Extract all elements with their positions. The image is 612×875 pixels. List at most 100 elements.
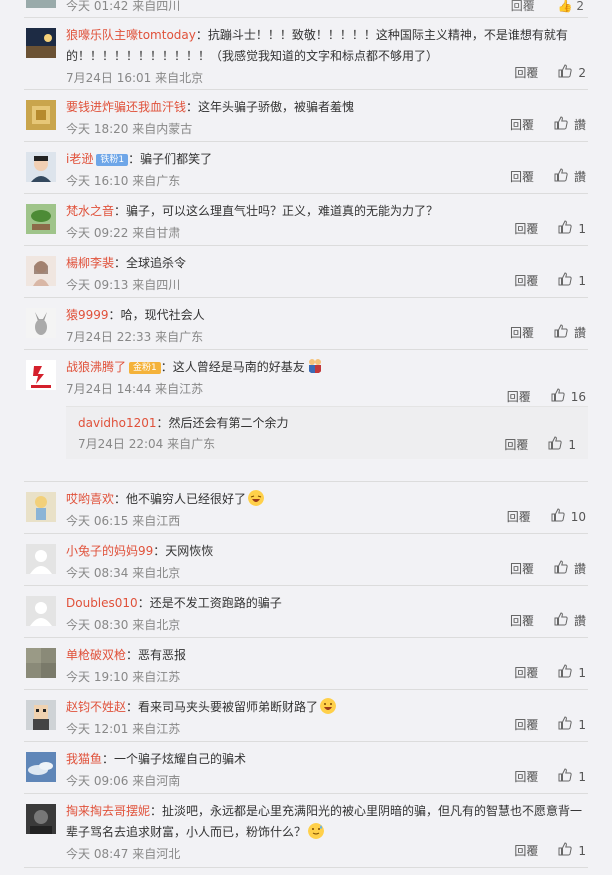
comment-item: 哎哟喜欢：他不骗穷人已经很好了 今天 06:15 来自江西 回覆 10: [24, 482, 588, 534]
like-button[interactable]: 1: [558, 272, 586, 289]
like-button[interactable]: 16: [551, 388, 586, 405]
laugh-emoji-icon: [246, 490, 265, 506]
reply-button[interactable]: 回覆: [514, 842, 538, 859]
avatar[interactable]: [26, 28, 56, 58]
reply-button[interactable]: 回覆: [504, 436, 528, 453]
comment-text: 然后还会有第二个余力: [168, 416, 289, 430]
like-button[interactable]: 讚: [554, 324, 586, 341]
reply-button[interactable]: 回覆: [507, 388, 531, 405]
separator: ：: [108, 308, 121, 322]
comment-actions: 回覆 16: [507, 388, 586, 405]
reply-button[interactable]: 回覆: [514, 272, 538, 289]
previous-comment-tail: 今天 01:42 来自四川 回覆 👍 2: [0, 0, 612, 18]
reply-button[interactable]: 回覆: [511, 0, 535, 13]
avatar[interactable]: [26, 492, 56, 522]
avatar[interactable]: [26, 256, 56, 286]
fan-badge[interactable]: 金粉1: [129, 362, 161, 374]
comment-text: 一个骗子炫耀自己的骗术: [114, 752, 247, 766]
reply-button[interactable]: 回覆: [510, 116, 534, 133]
separator: ：: [114, 256, 127, 270]
thumbs-up-icon: [554, 324, 574, 341]
comment-item: 小兔子的妈妈99：天网恢恢 今天 08:34 来自北京 回覆讚: [24, 534, 588, 586]
like-count: 1: [578, 273, 586, 288]
laugh2-emoji-icon: [318, 698, 337, 714]
like-button[interactable]: 1: [548, 436, 576, 453]
like-button[interactable]: 1: [558, 768, 586, 785]
comment-text: 这年头骗子骄傲，被骗者羞愧: [198, 100, 355, 114]
like-button[interactable]: 1: [558, 664, 586, 681]
like-count: 1: [578, 665, 586, 680]
username-link[interactable]: 梵水之音: [66, 204, 114, 218]
fan-badge[interactable]: 铁粉1: [96, 154, 129, 166]
reply-button[interactable]: 回覆: [507, 508, 531, 525]
thumbs-up-icon: [558, 272, 578, 289]
username-link[interactable]: i老逊: [66, 152, 93, 166]
avatar[interactable]: [26, 0, 56, 8]
comment-content: 赵钧不姓赵：看来司马夹头要被留师弟断财路了 今天 12:01 来自江苏: [66, 690, 588, 738]
avatar[interactable]: [26, 648, 56, 678]
reply-button[interactable]: 回覆: [514, 64, 538, 81]
username-link[interactable]: 单枪破双枪: [66, 648, 126, 662]
username-link[interactable]: 掏来掏去哥摆妮: [66, 804, 150, 818]
username-link[interactable]: 赵钧不姓赵: [66, 700, 126, 714]
comment-actions: 回覆 讚: [510, 324, 586, 341]
reply-button[interactable]: 回覆: [510, 324, 534, 341]
username-link[interactable]: 猿9999: [66, 308, 109, 322]
comment-meta: 7月24日 22:04 来自广东: [78, 437, 216, 451]
comment-text-line: 梵水之音：骗子，可以这么理直气壮吗？正义，难道真的无能为力了？: [66, 201, 588, 222]
avatar[interactable]: [26, 360, 56, 390]
reply-button[interactable]: 回覆: [510, 168, 534, 185]
comment-item: 梵水之音：骗子，可以这么理直气壮吗？正义，难道真的无能为力了？ 今天 09:22 …: [24, 194, 588, 246]
comment-meta: 今天 19:10 来自江苏: [66, 670, 181, 684]
avatar[interactable]: [26, 752, 56, 782]
like-button[interactable]: 2: [558, 64, 586, 81]
username-link[interactable]: 要钱进炸骗还我血汗钱: [66, 100, 186, 114]
username-link[interactable]: 小兔子的妈妈99: [66, 544, 153, 558]
like-count: 讚: [573, 562, 586, 576]
like-count: 讚: [573, 170, 586, 184]
like-button[interactable]: 讚: [554, 168, 586, 185]
like-button[interactable]: 1: [558, 842, 586, 859]
username-link[interactable]: 楊柳李裴: [66, 256, 114, 270]
username-link[interactable]: 狼嚎乐队主嚎tomtoday: [66, 28, 196, 42]
comment-text: 还是不发工资跑路的骗子: [149, 596, 282, 610]
like-button[interactable]: 讚: [554, 560, 586, 577]
avatar[interactable]: [26, 308, 56, 338]
like-button[interactable]: 讚: [554, 612, 586, 629]
comment-text-line: 哎哟喜欢：他不骗穷人已经很好了: [66, 489, 588, 510]
username-link[interactable]: 战狼沸腾了: [66, 360, 126, 374]
avatar[interactable]: [26, 596, 56, 626]
like-count[interactable]: 2: [576, 0, 584, 13]
like-count: 讚: [573, 614, 586, 628]
username-link[interactable]: Doubles010: [66, 596, 138, 610]
thumbs-up-icon: [554, 168, 574, 185]
avatar[interactable]: [26, 700, 56, 730]
username-link[interactable]: 哎哟喜欢: [66, 492, 114, 506]
avatar[interactable]: [26, 152, 56, 182]
reply-button[interactable]: 回覆: [514, 664, 538, 681]
reply-button[interactable]: 回覆: [514, 220, 538, 237]
comment-content: 单枪破双枪：恶有恶报 今天 19:10 来自江苏: [66, 638, 588, 686]
comment-item: 单枪破双枪：恶有恶报 今天 19:10 来自江苏 回覆 1: [24, 638, 588, 690]
username-link[interactable]: davidho1201: [78, 416, 157, 430]
thumbs-up-icon: [558, 664, 578, 681]
reply-button[interactable]: 回覆: [514, 768, 538, 785]
separator: ：: [114, 492, 127, 506]
like-count: 1: [578, 221, 586, 236]
avatar[interactable]: [26, 804, 56, 834]
comment-text-line: 楊柳李裴：全球追杀令: [66, 253, 588, 274]
like-button[interactable]: 讚: [554, 116, 586, 133]
reply-button[interactable]: 回覆: [510, 612, 534, 629]
reply-button[interactable]: 回覆: [514, 716, 538, 733]
comment-item: 赵钧不姓赵：看来司马夹头要被留师弟断财路了 今天 12:01 来自江苏 回覆 1: [24, 690, 588, 742]
like-button[interactable]: 1: [558, 220, 586, 237]
comment-text-line: 猿9999：哈，现代社会人: [66, 305, 588, 326]
like-button[interactable]: 1: [558, 716, 586, 733]
like-button[interactable]: 10: [551, 508, 586, 525]
reply-button[interactable]: 回覆: [510, 560, 534, 577]
avatar[interactable]: [26, 204, 56, 234]
avatar[interactable]: [26, 544, 56, 574]
thumbs-up-icon: [558, 220, 578, 237]
username-link[interactable]: 我猫鱼: [66, 752, 102, 766]
avatar[interactable]: [26, 100, 56, 130]
